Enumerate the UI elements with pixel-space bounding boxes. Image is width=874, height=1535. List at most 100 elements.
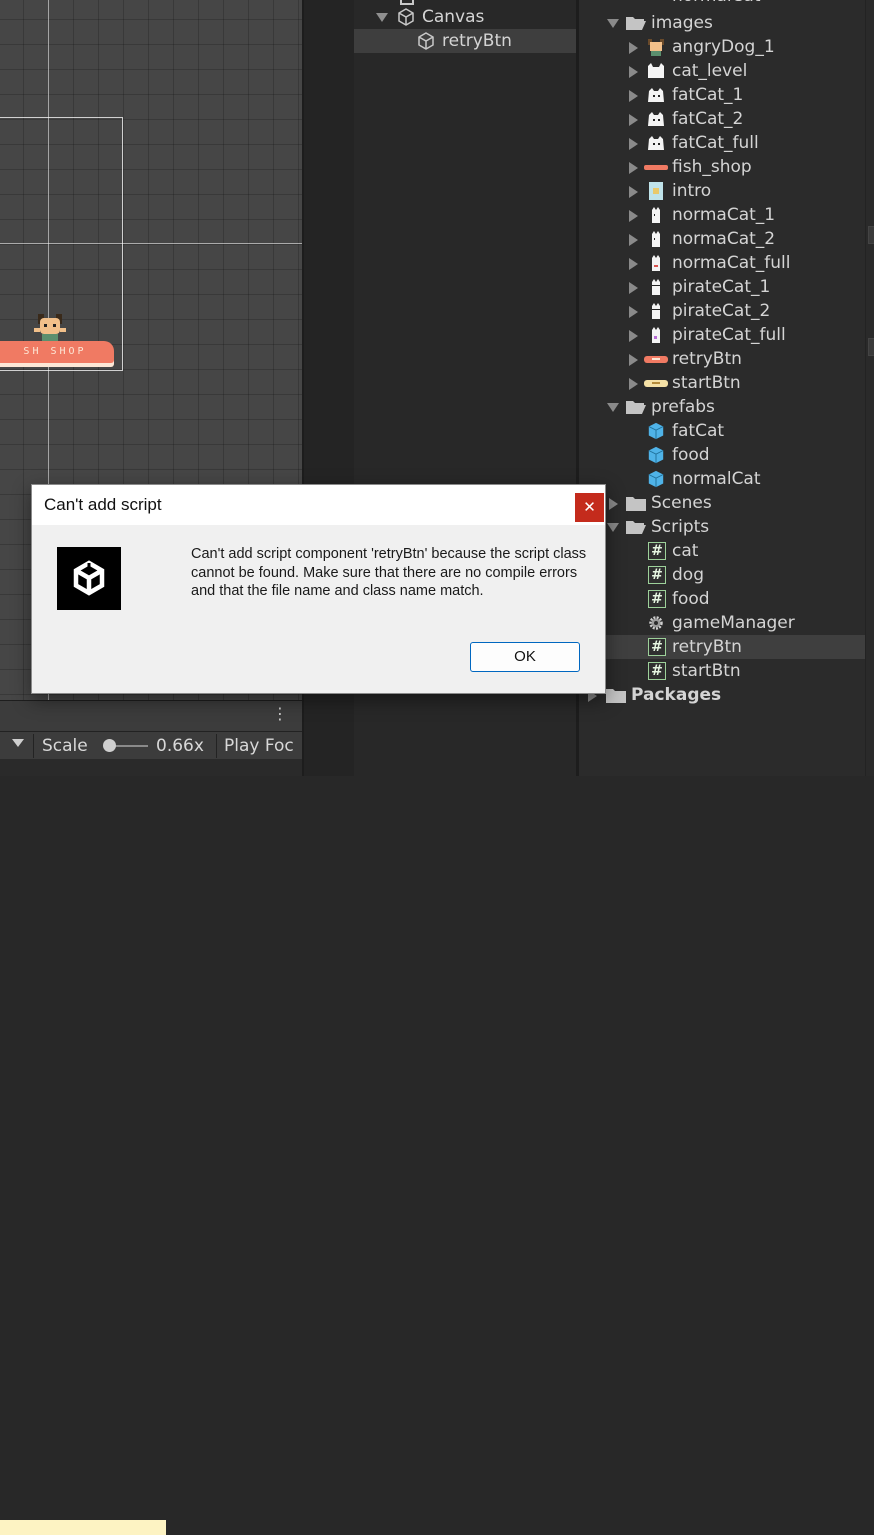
sprite-cat-small-icon (652, 303, 660, 319)
sprite-intro-icon (649, 182, 663, 200)
project-item-piratecat-1[interactable]: pirateCat_1 (579, 275, 865, 299)
hierarchy-item-label: retryBtn (442, 31, 512, 51)
toolbar-separator (33, 734, 34, 758)
sprite-cat-icon (648, 63, 664, 78)
project-item-normacat-1[interactable]: normaCat_1 (579, 203, 865, 227)
project-item-piratecat-2[interactable]: pirateCat_2 (579, 299, 865, 323)
expand-arrow-icon[interactable] (607, 403, 619, 412)
prefab-icon (648, 470, 664, 488)
folder-open-icon (626, 17, 646, 30)
expand-arrow-icon[interactable] (629, 66, 638, 78)
project-item-script-startbtn[interactable]: # startBtn (579, 659, 865, 683)
project-item-fish-shop[interactable]: fish_shop (579, 155, 865, 179)
scrollbar-marker (868, 338, 874, 356)
project-item-label: pirateCat_1 (672, 277, 771, 297)
folder-label: Scripts (651, 517, 710, 537)
expand-arrow-icon[interactable] (629, 162, 638, 174)
expand-arrow-icon[interactable] (629, 282, 638, 294)
project-item-retrybtn-sprite[interactable]: retryBtn (579, 347, 865, 371)
sprite-button-icon (644, 380, 668, 387)
folder-prefabs[interactable]: prefabs (579, 395, 865, 419)
project-item-angrydog[interactable]: angryDog_1 (579, 35, 865, 59)
gear-icon (649, 616, 663, 630)
dropdown-arrow-icon[interactable] (12, 739, 24, 747)
folder-images[interactable]: images (579, 11, 865, 35)
game-view-content (0, 1520, 166, 1535)
project-item-label: normaCat_2 (672, 229, 776, 249)
project-item-script-dog[interactable]: # dog (579, 563, 865, 587)
expand-arrow-icon[interactable] (629, 234, 638, 246)
close-icon[interactable]: ✕ (575, 493, 604, 522)
project-item-prefab-food[interactable]: food (579, 443, 865, 467)
dialog-title: Can't add script (44, 495, 162, 514)
hierarchy-item-label: Canvas (422, 7, 485, 27)
project-item-label: fatCat_1 (672, 85, 744, 105)
project-item-label: gameManager (672, 613, 795, 633)
project-item-fatcat-2[interactable]: fatCat_2 (579, 107, 865, 131)
fish-shop-sprite[interactable]: SH SHOP (0, 341, 114, 363)
expand-arrow-icon[interactable] (629, 330, 638, 342)
project-item-label: cat_level (672, 61, 748, 81)
project-item-normacat-full[interactable]: normaCat_full (579, 251, 865, 275)
scene-toolbar: ⋮ (0, 700, 302, 731)
more-options-icon[interactable]: ⋮ (272, 706, 288, 722)
folder-scripts[interactable]: Scripts (579, 515, 865, 539)
project-item-label: normaCat_1 (672, 205, 776, 225)
project-item-prefab-normalcat[interactable]: normalCat (579, 467, 865, 491)
project-item-prefab-fatcat[interactable]: fatCat (579, 419, 865, 443)
dialog-message: Can't add script component 'retryBtn' be… (191, 546, 587, 599)
folder-label: images (651, 13, 713, 33)
project-item-piratecat-full[interactable]: pirateCat_full (579, 323, 865, 347)
play-focus-dropdown[interactable]: Play Foc (224, 736, 294, 756)
scale-slider-handle[interactable] (103, 739, 116, 752)
sprite-fatcat-icon (648, 88, 664, 102)
project-item-label: angryDog_1 (672, 37, 775, 57)
expand-arrow-icon[interactable] (609, 498, 618, 510)
project-item-label: dog (672, 565, 704, 585)
project-item-cat-level[interactable]: cat_level (579, 59, 865, 83)
expand-arrow-icon[interactable] (629, 138, 638, 150)
project-item-partial[interactable]: normalCat (672, 0, 761, 6)
project-item-script-cat[interactable]: # cat (579, 539, 865, 563)
csharp-script-icon: # (648, 662, 666, 680)
expand-arrow-icon[interactable] (629, 306, 638, 318)
expand-arrow-icon[interactable] (629, 42, 638, 54)
sprite-fatcat-icon (648, 112, 664, 126)
sprite-banner-icon (644, 356, 668, 363)
project-item-intro[interactable]: intro (579, 179, 865, 203)
project-item-label: fish_shop (672, 157, 752, 177)
expand-arrow-icon[interactable] (607, 19, 619, 28)
project-item-script-retrybtn[interactable]: # retryBtn (579, 635, 865, 659)
expand-arrow-icon[interactable] (629, 378, 638, 390)
folder-open-icon (626, 521, 646, 534)
expand-arrow-icon[interactable] (629, 210, 638, 222)
project-item-script-gamemanager[interactable]: gameManager (579, 611, 865, 635)
expand-arrow-icon[interactable] (629, 258, 638, 270)
project-item-startbtn-sprite[interactable]: startBtn (579, 371, 865, 395)
expand-arrow-icon[interactable] (629, 90, 638, 102)
expand-arrow-icon[interactable] (629, 354, 638, 366)
hierarchy-item-canvas[interactable]: Canvas (354, 5, 576, 29)
expand-arrow-icon[interactable] (376, 5, 394, 29)
scale-value: 0.66x (156, 736, 204, 756)
angry-dog-sprite[interactable] (32, 312, 68, 344)
sprite-cat-small-icon (652, 327, 660, 343)
toolbar-separator (216, 734, 217, 758)
project-item-normacat-2[interactable]: normaCat_2 (579, 227, 865, 251)
project-item-fatcat-full[interactable]: fatCat_full (579, 131, 865, 155)
project-item-label: food (672, 445, 710, 465)
project-item-script-food[interactable]: # food (579, 587, 865, 611)
project-item-fatcat-1[interactable]: fatCat_1 (579, 83, 865, 107)
hierarchy-item-retrybtn[interactable]: retryBtn (354, 29, 576, 53)
expand-arrow-icon[interactable] (629, 186, 638, 198)
project-scrollbar[interactable] (865, 0, 874, 776)
dialog-titlebar[interactable]: Can't add script ✕ (32, 485, 605, 525)
expand-arrow-icon[interactable] (629, 114, 638, 126)
folder-scenes[interactable]: Scenes (579, 491, 865, 515)
prefab-icon (648, 446, 664, 464)
game-view (0, 759, 302, 1535)
folder-packages[interactable]: Packages (579, 683, 865, 707)
ok-button[interactable]: OK (470, 642, 580, 672)
expand-arrow-icon[interactable] (607, 523, 619, 532)
csharp-script-icon: # (648, 566, 666, 584)
